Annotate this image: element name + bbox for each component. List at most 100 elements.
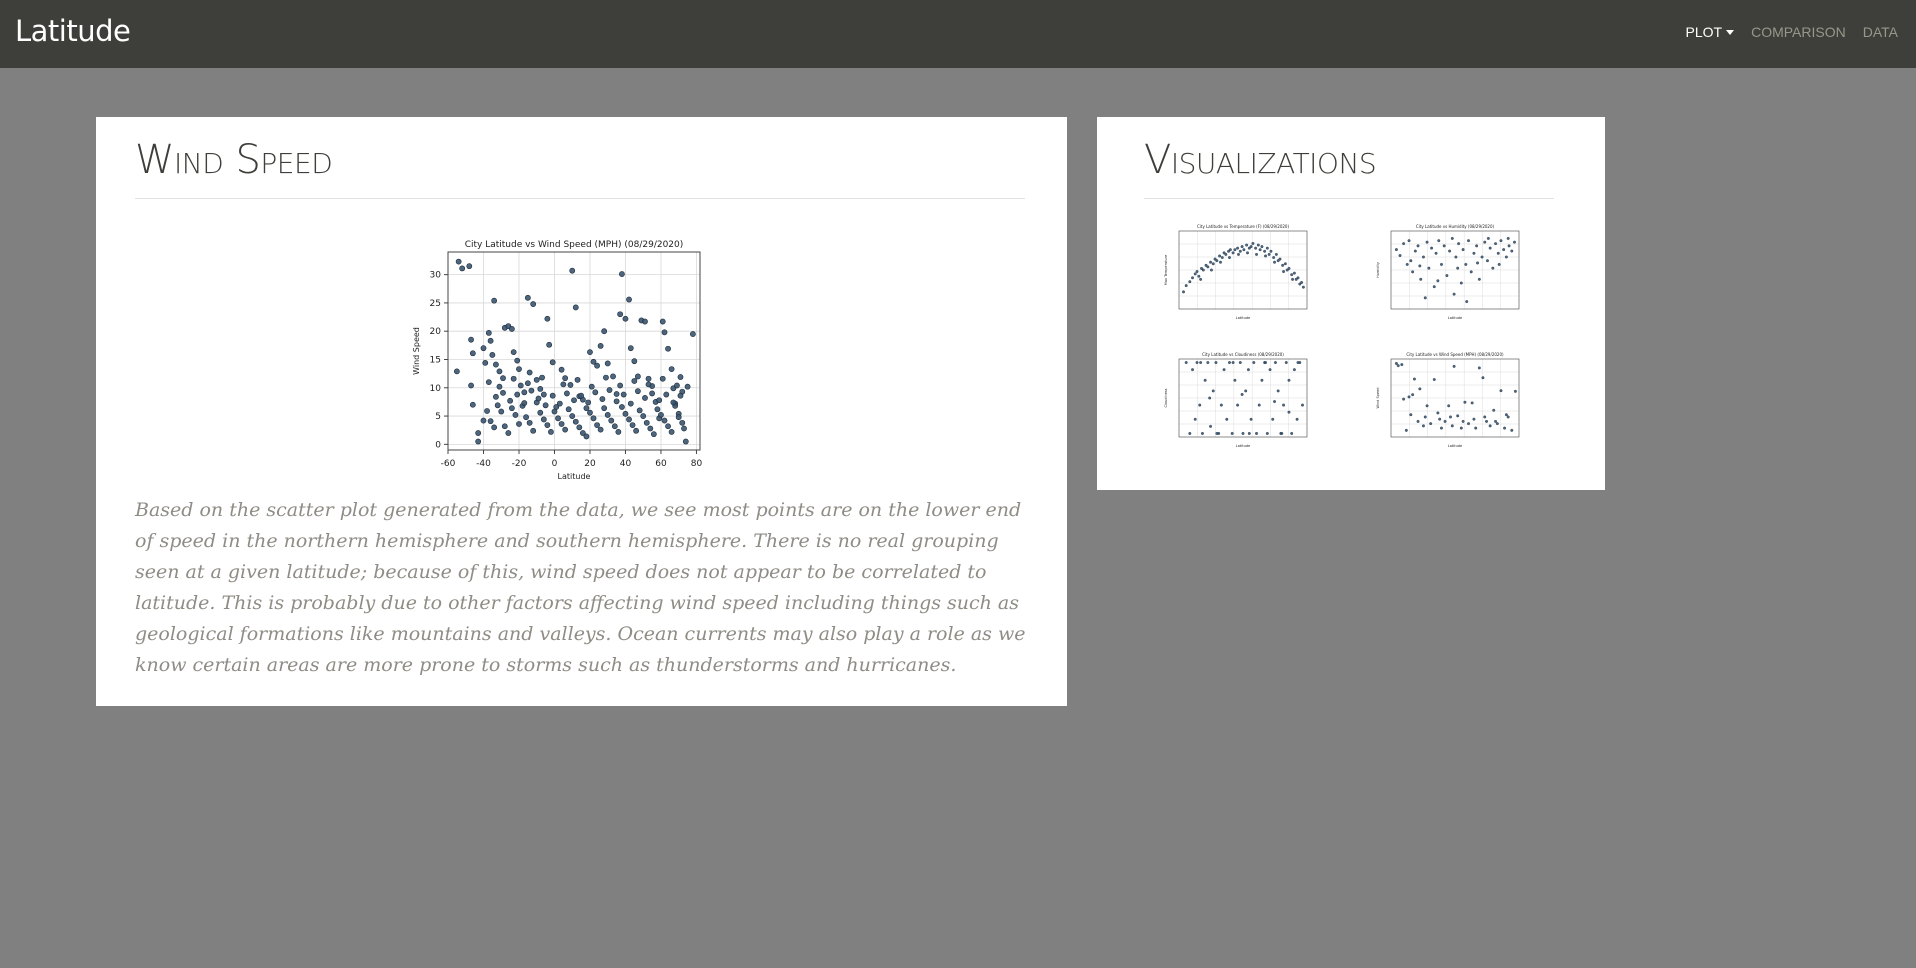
- data-point: [1492, 408, 1496, 412]
- data-point: [1506, 236, 1510, 240]
- data-point: [1195, 361, 1199, 364]
- data-point: [654, 406, 661, 413]
- data-point: [626, 296, 632, 303]
- data-point: [453, 368, 460, 375]
- data-point: [487, 337, 494, 344]
- data-point: [599, 396, 606, 402]
- data-point: [1228, 248, 1232, 252]
- temperature-thumbnail[interactable]: City Latitude vs Temperature (F) (08/29/…: [1157, 222, 1317, 330]
- data-point: [1436, 279, 1440, 283]
- y-tick-label: 10: [430, 384, 442, 394]
- data-point: [617, 311, 624, 318]
- data-point: [480, 417, 487, 424]
- data-point: [668, 366, 675, 373]
- data-point: [564, 390, 570, 397]
- data-point: [493, 361, 499, 368]
- data-point: [551, 408, 558, 415]
- data-point: [1497, 262, 1501, 266]
- data-point: [1273, 260, 1276, 264]
- data-point: [501, 423, 508, 430]
- data-point: [658, 412, 664, 418]
- data-point: [1432, 378, 1436, 381]
- data-point: [468, 336, 474, 343]
- humidity-thumbnail[interactable]: City Latitude vs Humidity (08/29/2020) La…: [1369, 222, 1529, 330]
- data-point: [1260, 245, 1264, 249]
- data-point: [645, 381, 652, 388]
- data-point: [1236, 403, 1240, 407]
- data-point: [583, 405, 590, 412]
- brand-logo[interactable]: Latitude: [15, 14, 131, 48]
- title-divider: [1144, 198, 1554, 199]
- data-point: [661, 329, 668, 336]
- data-point: [1210, 268, 1213, 272]
- y-tick-label: 30: [430, 271, 442, 281]
- data-point: [542, 402, 549, 409]
- data-point: [1287, 378, 1291, 382]
- data-point: [1429, 422, 1433, 426]
- cloudiness-thumbnail[interactable]: City Latitude vs Cloudiness (08/29/2020)…: [1157, 350, 1317, 458]
- data-point: [1254, 246, 1258, 250]
- data-point: [572, 418, 579, 425]
- data-point: [1476, 261, 1479, 265]
- data-point: [634, 373, 641, 380]
- data-point: [610, 373, 616, 380]
- data-point: [620, 391, 627, 398]
- data-point: [1504, 413, 1508, 417]
- data-point: [1486, 236, 1490, 240]
- data-point: [1450, 424, 1454, 428]
- data-point: [1274, 252, 1278, 256]
- data-point: [656, 397, 663, 404]
- data-point: [535, 395, 542, 402]
- caret-down-icon: [1726, 30, 1735, 35]
- data-point: [1296, 361, 1300, 364]
- data-point: [1184, 284, 1188, 288]
- data-point: [1238, 249, 1242, 253]
- data-point: [1188, 432, 1192, 435]
- data-point: [682, 438, 689, 445]
- data-point: [1238, 361, 1242, 364]
- data-point: [1265, 432, 1269, 435]
- visualizations-panel: Visualizations City Latitude vs Temperat…: [1097, 117, 1605, 490]
- data-point: [1300, 281, 1304, 284]
- data-point: [1472, 251, 1476, 255]
- data-point: [482, 359, 489, 366]
- data-point: [1197, 274, 1201, 278]
- data-point: [1488, 424, 1492, 428]
- data-point: [1257, 403, 1261, 407]
- data-point: [1513, 240, 1516, 244]
- data-point: [530, 427, 537, 434]
- data-point: [508, 405, 515, 412]
- nav-comparison-link[interactable]: COMPARISON: [1751, 24, 1846, 40]
- data-point: [459, 265, 466, 272]
- data-point: [1236, 246, 1240, 250]
- nav-plot-dropdown[interactable]: PLOT: [1686, 24, 1735, 40]
- data-point: [516, 366, 522, 373]
- data-point: [1507, 244, 1511, 248]
- data-point: [1240, 393, 1244, 396]
- data-point: [1503, 426, 1507, 430]
- data-point: [560, 381, 567, 388]
- data-point: [1456, 414, 1460, 418]
- data-point: [629, 422, 636, 429]
- data-point: [514, 391, 521, 398]
- data-point: [1510, 249, 1514, 253]
- x-tick-label: 80: [691, 459, 703, 469]
- data-point: [530, 301, 537, 307]
- data-point: [626, 416, 632, 423]
- wind-speed-thumbnail[interactable]: City Latitude vs Wind Speed (MPH) (08/29…: [1369, 350, 1529, 458]
- data-point: [1230, 432, 1234, 435]
- data-point: [1454, 255, 1458, 259]
- data-point: [526, 369, 533, 376]
- data-point: [540, 416, 547, 423]
- nav-data-link[interactable]: DATA: [1863, 24, 1898, 40]
- data-point: [498, 408, 505, 415]
- data-point: [528, 387, 535, 394]
- data-point: [569, 267, 576, 274]
- data-point: [1215, 432, 1219, 435]
- chart-title: City Latitude vs Wind Speed (MPH) (08/29…: [465, 240, 684, 250]
- data-point: [1499, 239, 1503, 243]
- data-point: [594, 362, 600, 369]
- data-point: [1400, 363, 1404, 367]
- data-point: [1206, 265, 1210, 269]
- data-point: [1219, 403, 1223, 407]
